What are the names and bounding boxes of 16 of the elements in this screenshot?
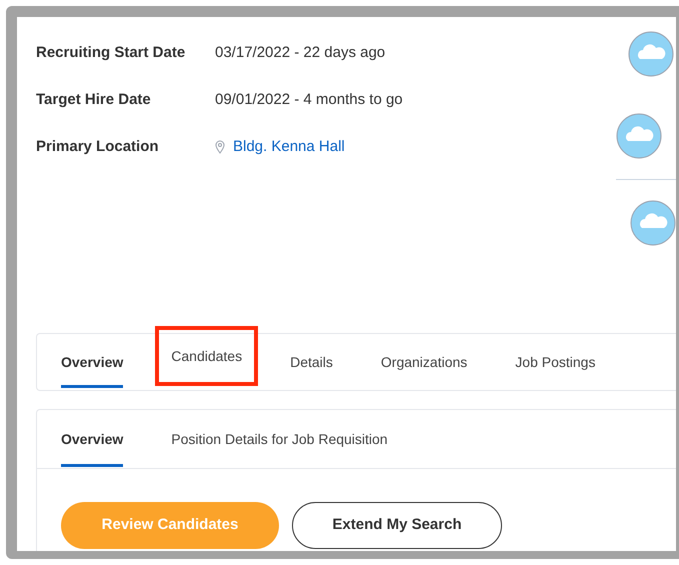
- field-label: Target Hire Date: [36, 90, 152, 110]
- location-link[interactable]: Bldg. Kenna Hall: [233, 136, 345, 158]
- tab[interactable]: Organizations: [380, 334, 468, 390]
- tab[interactable]: Candidates: [157, 328, 256, 384]
- sub-tab[interactable]: Overview: [61, 410, 124, 468]
- location-pin-icon: [215, 140, 225, 154]
- field-value: 03/17/2022 - 22 days ago: [215, 42, 386, 63]
- sub-tab[interactable]: Position Details for Job Requisition: [171, 410, 388, 468]
- secondary-button[interactable]: Extend My Search: [292, 502, 502, 549]
- field-value: 09/01/2022 - 4 months to go: [215, 90, 403, 110]
- tab[interactable]: Details: [290, 334, 333, 390]
- cloud-avatar-icon: [616, 113, 662, 159]
- tab[interactable]: Job Postings: [515, 334, 596, 390]
- field-label: Primary Location: [36, 136, 160, 157]
- field-label: Recruiting Start Date: [36, 42, 186, 63]
- tab[interactable]: Overview: [61, 334, 124, 390]
